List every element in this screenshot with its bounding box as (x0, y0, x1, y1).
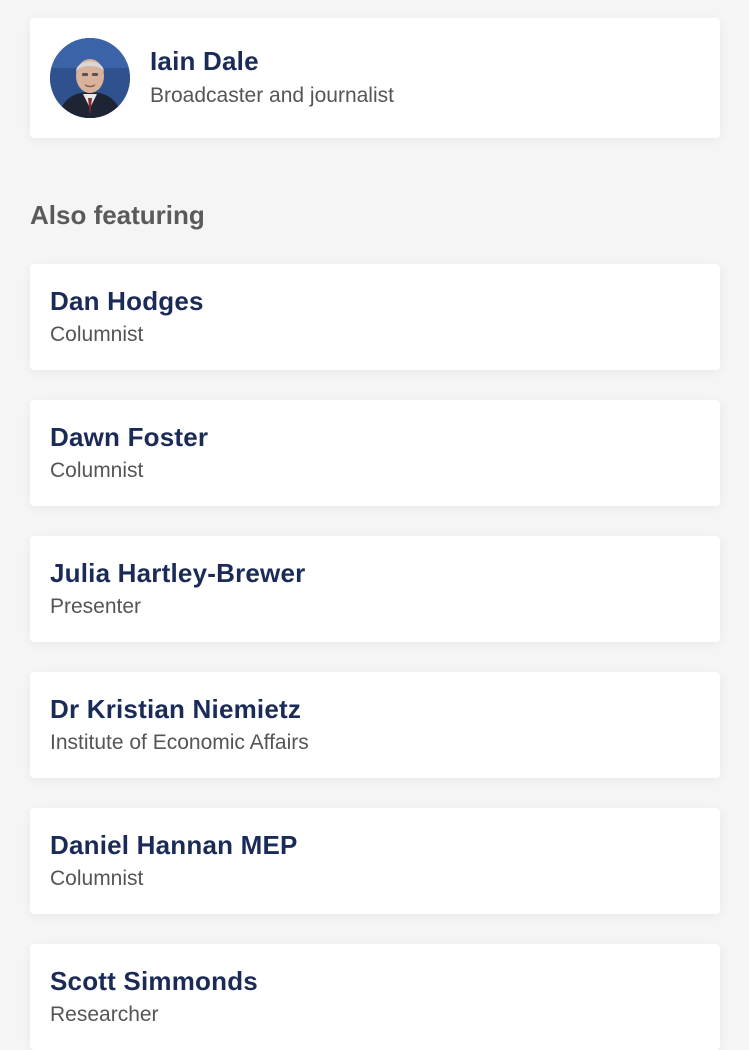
guest-card[interactable]: Dawn Foster Columnist (30, 400, 720, 506)
guest-card[interactable]: Julia Hartley-Brewer Presenter (30, 536, 720, 642)
section-title-also-featuring: Also featuring (30, 200, 205, 230)
guest-name[interactable]: Dr Kristian Niemietz (50, 694, 301, 725)
guest-name[interactable]: Julia Hartley-Brewer (50, 558, 305, 589)
guest-role: Columnist (50, 323, 144, 346)
guest-name[interactable]: Daniel Hannan MEP (50, 830, 298, 861)
host-avatar (50, 38, 130, 118)
guest-role: Researcher (50, 1003, 159, 1026)
guest-card[interactable]: Daniel Hannan MEP Columnist (30, 808, 720, 914)
host-card[interactable]: Iain Dale Broadcaster and journalist (30, 18, 720, 138)
guest-name[interactable]: Dawn Foster (50, 422, 208, 453)
guest-role: Columnist (50, 459, 144, 482)
host-role: Broadcaster and journalist (150, 84, 394, 107)
person-avatar-icon (50, 38, 130, 118)
guest-card[interactable]: Scott Simmonds Researcher (30, 944, 720, 1050)
guest-role: Presenter (50, 595, 142, 618)
guest-name[interactable]: Scott Simmonds (50, 966, 258, 997)
host-name[interactable]: Iain Dale (150, 46, 259, 77)
guest-name[interactable]: Dan Hodges (50, 286, 204, 317)
guest-role: Columnist (50, 867, 144, 890)
guest-card[interactable]: Dr Kristian Niemietz Institute of Econom… (30, 672, 720, 778)
guest-card[interactable]: Dan Hodges Columnist (30, 264, 720, 370)
guest-role: Institute of Economic Affairs (50, 731, 309, 754)
